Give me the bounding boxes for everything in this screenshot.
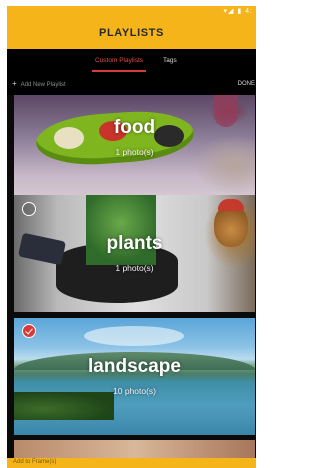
plus-icon: + bbox=[12, 79, 17, 88]
playlist-select-checkbox[interactable] bbox=[22, 324, 36, 338]
add-new-playlist-button[interactable]: + Add New Playlist bbox=[12, 73, 66, 95]
playlist-select-checkbox[interactable] bbox=[22, 202, 36, 216]
playlist-name: food bbox=[113, 117, 156, 138]
playlist-tabs: Custom Playlists Tags bbox=[7, 49, 256, 73]
playlist-photo-count: 1 photo(s) bbox=[115, 263, 154, 273]
playlist-card-plants[interactable]: plants 1 photo(s) bbox=[14, 195, 255, 312]
toy-hat-image bbox=[218, 199, 244, 211]
playlist-photo-count: 10 photo(s) bbox=[113, 386, 156, 396]
status-bar: ▾◢ ▮ 4: bbox=[7, 6, 256, 17]
add-to-frames-button[interactable]: Add to Frame(s) bbox=[13, 459, 56, 465]
playlist-card-partial[interactable] bbox=[14, 440, 255, 458]
playlist-name: landscape bbox=[88, 356, 181, 377]
add-new-playlist-label: Add New Playlist bbox=[20, 82, 66, 88]
done-button[interactable]: DONE bbox=[238, 73, 255, 95]
status-icons: ▾◢ ▮ 4: bbox=[223, 8, 253, 15]
playlist-card-landscape[interactable]: landscape 10 photo(s) bbox=[14, 318, 255, 435]
page-title: PLAYLISTS bbox=[99, 27, 164, 39]
bottom-action-bar: Add to Frame(s) bbox=[7, 458, 256, 468]
trees-image bbox=[14, 392, 114, 420]
tab-tags[interactable]: Tags bbox=[163, 49, 177, 73]
app-header: PLAYLISTS bbox=[7, 17, 256, 49]
playlist-photo-count: 1 photo(s) bbox=[115, 147, 154, 157]
cloud-image bbox=[84, 326, 184, 346]
playlist-actions: + Add New Playlist DONE bbox=[7, 73, 256, 95]
playlist-name: plants bbox=[106, 233, 163, 254]
tab-custom-playlists[interactable]: Custom Playlists bbox=[91, 49, 147, 73]
